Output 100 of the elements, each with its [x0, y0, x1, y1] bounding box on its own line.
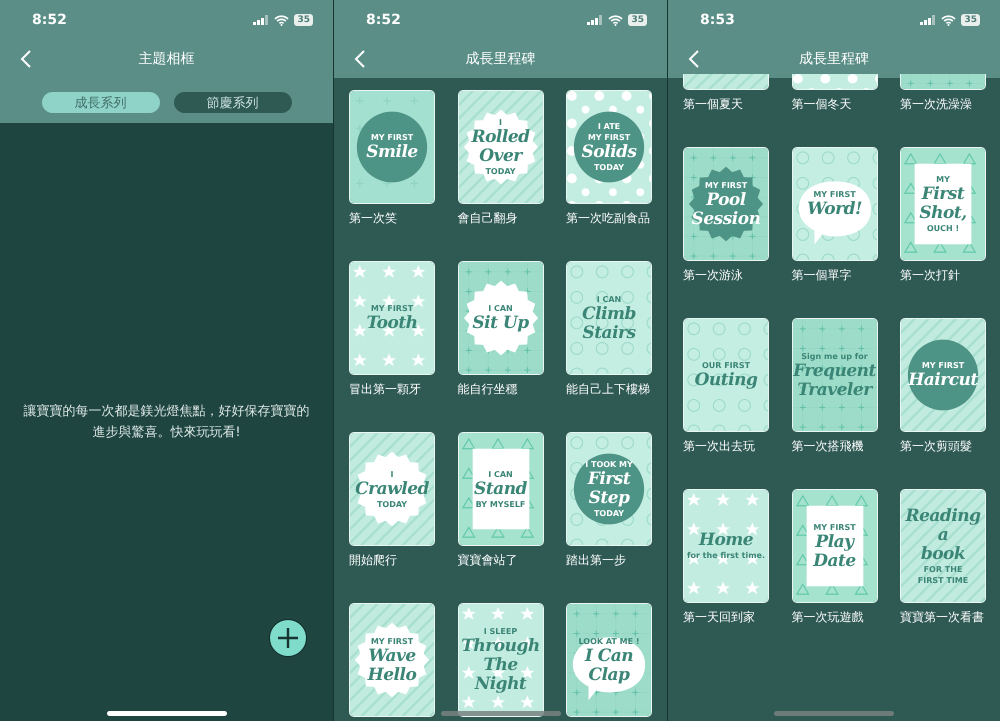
card-headline: Climb — [582, 304, 636, 324]
card-headline: First — [588, 470, 630, 489]
milestone-card[interactable]: I Crawled TODAY — [349, 432, 435, 546]
milestone-card[interactable]: I TOOK MY First Step TODAY — [566, 432, 652, 546]
card-caption: TODAY — [594, 162, 624, 173]
card-headline: Word! — [807, 200, 862, 219]
screen-title: 成長里程碑 — [799, 50, 869, 68]
milestone-card[interactable]: I CAN Sit Up — [458, 261, 544, 375]
add-button[interactable] — [269, 619, 307, 657]
milestone-label: 踏出第一步 — [566, 553, 627, 567]
milestone-label: 能自行坐穩 — [458, 382, 518, 396]
milestone-card[interactable]: LOOK AT ME ! I Can Clap — [566, 603, 652, 717]
card-caption: TODAY — [485, 166, 516, 177]
milestone-label: 寶寶會站了 — [458, 553, 518, 567]
milestone-card[interactable]: MY FIRST Pool Session — [683, 147, 769, 261]
back-icon[interactable] — [20, 50, 32, 68]
milestone-card[interactable]: I SLEEP Through The Night — [458, 603, 544, 717]
card-headline: Hello — [368, 666, 416, 684]
card-headline: Play — [815, 532, 854, 552]
milestone-label: 第一次打針 — [900, 268, 961, 282]
card-caption: Sign me up for — [801, 350, 868, 362]
status-time: 8:52 — [366, 12, 402, 28]
card-caption: I — [390, 468, 394, 480]
card-caption: OUR FIRST — [702, 360, 750, 371]
milestone-label: 第一天回到家 — [683, 610, 756, 624]
card-caption: MY FIRST — [922, 360, 964, 371]
milestone-label: 第一次洗澡澡 — [900, 97, 973, 111]
screen-title: 成長里程碑 — [466, 50, 536, 68]
milestone-label: 開始爬行 — [349, 553, 398, 567]
milestone-label: 會自己翻身 — [458, 211, 518, 225]
card-headline: First — [922, 185, 964, 204]
milestone-card[interactable]: I CAN Climb Stairs — [566, 261, 652, 375]
card-headline: book — [920, 544, 966, 564]
milestone-label: 第一次出去玩 — [683, 439, 756, 453]
card-caption: I CAN — [488, 303, 513, 314]
milestone-card[interactable]: MY FIRST Wave Hello — [349, 603, 435, 717]
card-headline: Stairs — [582, 324, 636, 342]
card-caption: MY FIRST — [370, 636, 414, 646]
milestone-label: 第一次搭飛機 — [792, 439, 864, 453]
card-headline: Frequent — [793, 362, 876, 380]
card-caption: TODAY — [376, 498, 408, 510]
milestone-card[interactable]: I CAN Stand BY MYSELF — [458, 432, 544, 546]
card-caption: LOOK AT ME ! — [578, 636, 640, 646]
battery-level: 35 — [961, 14, 980, 26]
plus-icon — [277, 627, 299, 649]
milestone-card[interactable]: I Rolled Over TODAY — [458, 90, 544, 204]
card-caption: I CAN — [488, 468, 513, 480]
milestone-card[interactable]: MY FIRST Word! — [792, 147, 878, 261]
card-caption: FIRST TIME — [918, 574, 968, 586]
milestone-label: 寶寶第一次看書 — [900, 610, 985, 624]
milestone-label: 第一個單字 — [792, 268, 852, 282]
milestone-label: 第一次笑 — [349, 211, 398, 225]
milestone-label: 能自己上下樓梯 — [566, 382, 651, 396]
milestone-card[interactable]: Home for the first time. — [683, 489, 769, 603]
milestone-card[interactable]: Reading a book FOR THE FIRST TIME — [900, 489, 986, 603]
milestone-card[interactable]: I ATE MY FIRST Solids TODAY — [566, 90, 652, 204]
milestone-card[interactable]: MY FIRST Haircut — [900, 318, 986, 432]
card-headline: Rolled — [471, 128, 530, 147]
back-icon[interactable] — [354, 50, 366, 68]
card-headline: Traveler — [797, 380, 872, 400]
milestone-card[interactable]: MY FIRST Tooth — [349, 261, 435, 375]
card-headline: Stand — [474, 480, 527, 498]
wifi-icon — [941, 14, 956, 26]
card-headline: a — [938, 526, 948, 544]
card-caption: MY FIRST — [370, 132, 414, 143]
card-headline: Outing — [694, 371, 758, 390]
empty-message: 讓寶寶的每一次都是鎂光燈焦點，好好保存寶寶的進步與驚喜。快來玩玩看! — [22, 403, 310, 442]
milestone-label: 冒出第一顆牙 — [349, 382, 422, 396]
card-headline: Pool — [706, 190, 746, 210]
card-headline: Smile — [366, 143, 418, 162]
card-caption: BY MYSELF — [476, 498, 526, 510]
card-headline: Sit Up — [472, 314, 529, 333]
card-caption: FOR THE — [924, 564, 962, 574]
card-caption: I — [499, 117, 502, 128]
milestone-label: 第一次游泳 — [683, 268, 744, 282]
card-headline: Haircut — [908, 371, 978, 390]
card-headline: Date — [813, 552, 856, 570]
card-caption: MY FIRST — [370, 303, 414, 314]
milestone-card[interactable]: MY FIRST Play Date — [792, 489, 878, 603]
milestone-label: 第一個夏天 — [683, 97, 744, 111]
battery-level: 35 — [628, 14, 647, 26]
milestone-card[interactable]: MY FIRST Smile — [349, 90, 435, 204]
category-tab[interactable]: 成長系列 — [42, 92, 160, 113]
category-tab[interactable]: 節慶系列 — [174, 92, 292, 113]
card-headline: Clap — [588, 666, 630, 684]
signal-icon — [920, 15, 936, 25]
milestone-card[interactable]: MY First Shot, OUCH ! — [900, 147, 986, 261]
card-headline: Night — [474, 675, 526, 694]
card-headline: Solids — [582, 143, 636, 162]
card-caption: MY — [936, 174, 950, 185]
card-caption: TODAY — [594, 508, 624, 519]
wifi-icon — [274, 14, 290, 26]
milestone-card[interactable]: Sign me up for Frequent Traveler — [792, 318, 878, 432]
milestone-card[interactable]: OUR FIRST Outing — [683, 318, 769, 432]
card-headline: Wave — [368, 646, 416, 666]
card-headline: Step — [588, 489, 630, 508]
card-caption: I SLEEP — [484, 626, 518, 637]
card-headline: Over — [479, 147, 522, 166]
card-headline: Crawled — [355, 480, 429, 498]
back-icon[interactable] — [688, 50, 700, 68]
